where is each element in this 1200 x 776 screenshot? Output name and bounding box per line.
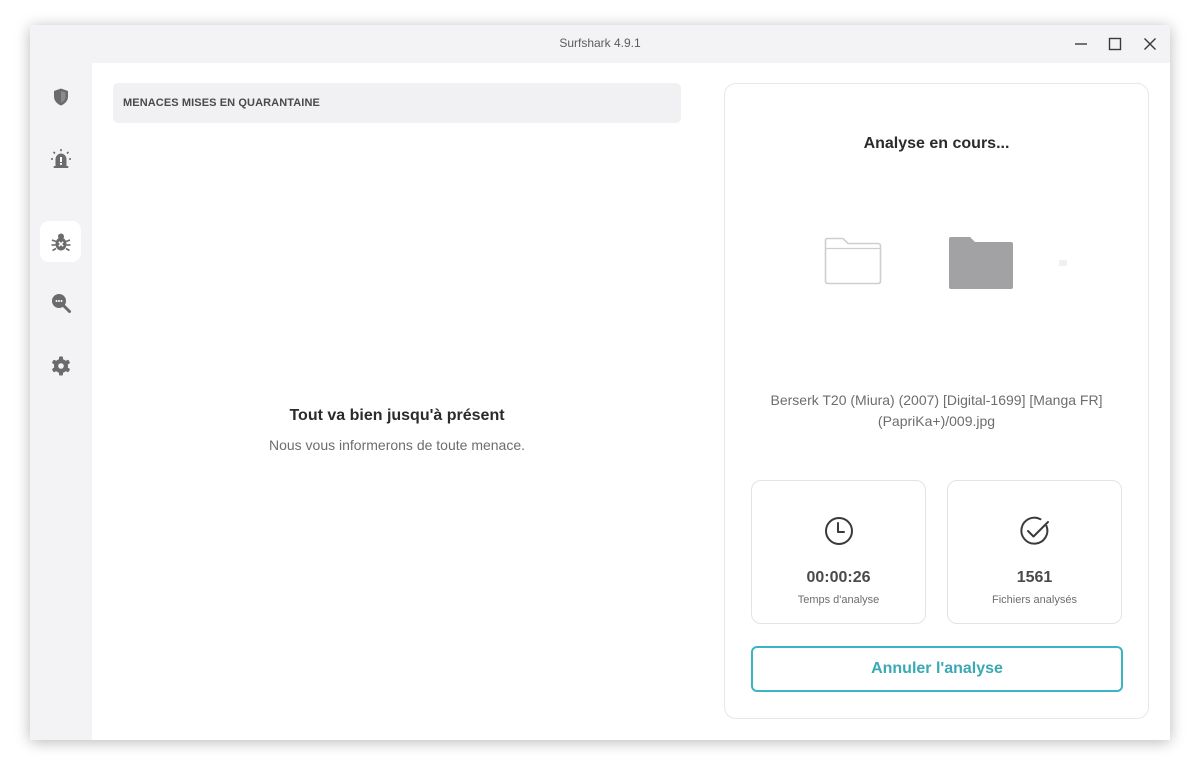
cancel-scan-button[interactable]: Annuler l'analyse [751,646,1123,692]
quarantine-header-label: MENACES MISES EN QUARANTAINE [123,97,320,109]
shield-icon [53,88,68,105]
scan-panel: Analyse en cours... Berserk T20 (Miura) … [724,83,1149,719]
sidebar-item-search[interactable] [40,282,81,323]
sidebar-item-vpn[interactable] [40,76,81,117]
folder-faded-icon [1059,260,1067,266]
minimize-icon [1075,43,1087,45]
minimize-button[interactable] [1069,33,1093,55]
maximize-button[interactable] [1103,33,1127,55]
current-file-path: Berserk T20 (Miura) (2007) [Digital-1699… [770,392,1103,429]
scan-time-value: 00:00:26 [806,569,871,586]
empty-state-title: Tout va bien jusqu'à présent [289,407,505,424]
check-circle-icon [1019,516,1049,545]
main-content: MENACES MISES EN QUARANTAINE Tout va bie… [92,63,1170,740]
close-button[interactable] [1138,33,1162,55]
search-icon [51,293,71,313]
scan-time-label: Temps d'analyse [797,594,880,606]
close-icon [1144,38,1156,50]
quarantine-header: MENACES MISES EN QUARANTAINE [113,83,681,123]
folder-filled-icon [949,237,1013,289]
title-bar[interactable]: Surfshark 4.9.1 [30,25,1170,63]
alarm-icon [50,148,71,168]
maximize-icon [1108,37,1122,51]
bug-icon [51,233,70,251]
files-scanned-value: 1561 [1016,569,1053,586]
empty-state-subtitle: Nous vous informerons de toute menace. [268,437,526,453]
window-title: Surfshark 4.9.1 [559,36,641,50]
sidebar-item-alert[interactable] [40,138,81,179]
gear-icon [51,356,70,375]
clock-icon [824,517,853,545]
sidebar-item-settings[interactable] [40,345,81,386]
sidebar-item-antivirus[interactable] [40,221,81,262]
scan-status-title: Analyse en cours... [863,135,1010,152]
app-window: Surfshark 4.9.1 MENACES MISES EN QUARANT… [30,25,1170,740]
folder-outline-icon [824,237,882,285]
sidebar [30,63,92,740]
scan-time-box: 00:00:26 Temps d'analyse [751,480,926,624]
files-scanned-label: Fichiers analysés [992,594,1077,606]
files-scanned-box: 1561 Fichiers analysés [947,480,1122,624]
